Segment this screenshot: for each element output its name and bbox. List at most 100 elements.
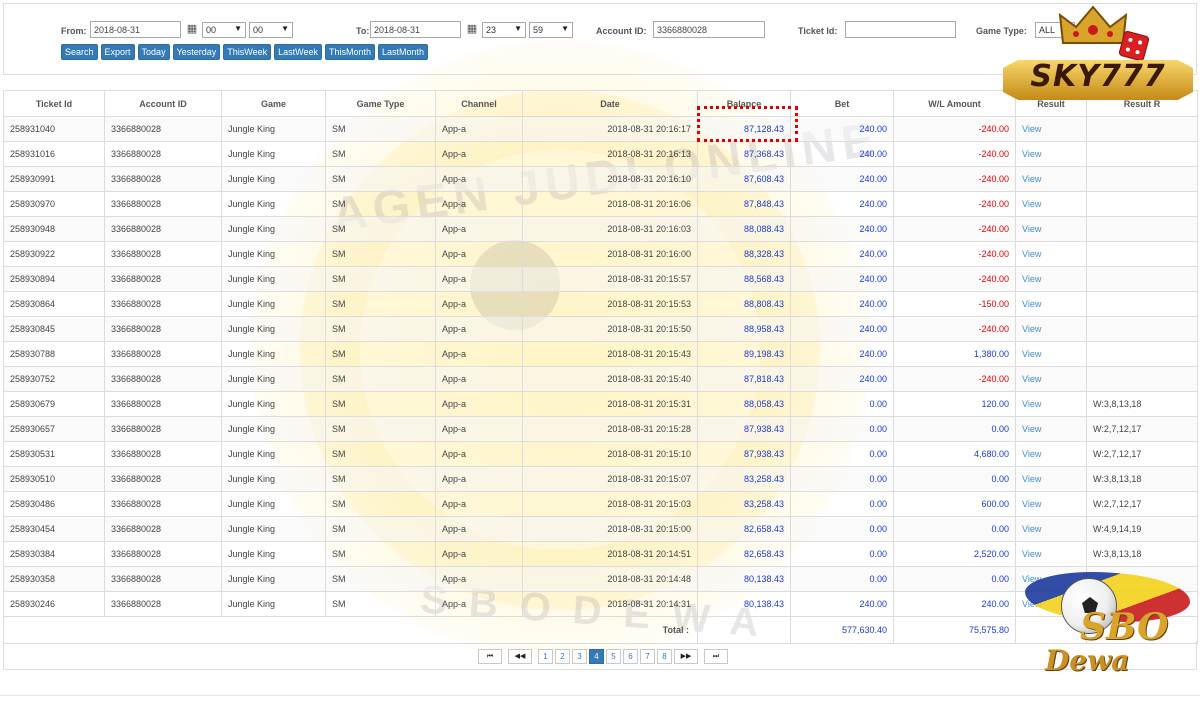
- account-id-cell: 3366880028: [104, 291, 222, 317]
- total-balance-cell: [697, 616, 791, 644]
- result-detail-cell: [1086, 191, 1198, 217]
- total-row: Total : 577,630.40 75,575.80: [3, 616, 1198, 644]
- wl-amount-cell: 0.00: [893, 466, 1016, 492]
- dice-icon: [1118, 30, 1150, 62]
- game-cell: Jungle King: [221, 316, 326, 342]
- result-view-link[interactable]: View: [1015, 116, 1087, 142]
- yesterday-button[interactable]: Yesterday: [172, 44, 221, 60]
- game-cell: Jungle King: [221, 416, 326, 442]
- to-hour-select[interactable]: 23 ▼: [482, 22, 526, 38]
- date-cell: 2018-08-31 20:15:31: [522, 391, 698, 417]
- game-cell: Jungle King: [221, 566, 326, 592]
- last-week-button[interactable]: LastWeek: [274, 44, 322, 60]
- game-type-cell: SM: [325, 191, 436, 217]
- last-page-button[interactable]: ⏭: [704, 649, 728, 664]
- channel-cell: App-a: [435, 141, 523, 167]
- search-button[interactable]: Search: [61, 44, 98, 60]
- balance-cell: 83,258.43: [697, 466, 791, 492]
- channel-cell: App-a: [435, 391, 523, 417]
- account-id-cell: 3366880028: [104, 541, 222, 567]
- result-view-link[interactable]: View: [1015, 191, 1087, 217]
- account-id-cell: 3366880028: [104, 191, 222, 217]
- result-view-link[interactable]: View: [1015, 141, 1087, 167]
- export-button[interactable]: Export: [100, 44, 135, 60]
- result-view-link[interactable]: View: [1015, 366, 1087, 392]
- result-view-link[interactable]: View: [1015, 341, 1087, 367]
- result-detail-cell: [1086, 166, 1198, 192]
- game-cell: Jungle King: [221, 191, 326, 217]
- game-type-cell: SM: [325, 541, 436, 567]
- last-month-button[interactable]: LastMonth: [378, 44, 429, 60]
- first-page-button[interactable]: ⏮: [478, 649, 502, 664]
- this-week-button[interactable]: ThisWeek: [223, 44, 272, 60]
- next-page-button[interactable]: ▶▶: [674, 649, 698, 664]
- ticket-id-cell: 258930454: [3, 516, 105, 542]
- bottom-divider: [0, 695, 1200, 696]
- page-number-button[interactable]: 8: [657, 649, 672, 664]
- column-header: Date: [522, 90, 698, 117]
- result-view-link[interactable]: View: [1015, 466, 1087, 492]
- calendar-icon[interactable]: ▦: [465, 22, 479, 36]
- page-number-button[interactable]: 7: [640, 649, 655, 664]
- this-month-button[interactable]: ThisMonth: [325, 44, 376, 60]
- page-number-button[interactable]: 2: [555, 649, 570, 664]
- page-number-button[interactable]: 5: [606, 649, 621, 664]
- pagination: ⏮ ◀◀ 1 2 3 4 5 6 7 8 ▶▶ ⏭: [478, 649, 734, 664]
- to-date-input[interactable]: [370, 21, 461, 38]
- game-cell: Jungle King: [221, 366, 326, 392]
- ticket-id-cell: 258930948: [3, 216, 105, 242]
- game-cell: Jungle King: [221, 241, 326, 267]
- ticket-id-input[interactable]: [845, 21, 956, 38]
- channel-cell: App-a: [435, 516, 523, 542]
- page-number-button[interactable]: 4: [589, 649, 604, 664]
- game-type-cell: SM: [325, 341, 436, 367]
- result-view-link[interactable]: View: [1015, 216, 1087, 242]
- calendar-icon[interactable]: ▦: [185, 22, 199, 36]
- balance-cell: 88,088.43: [697, 216, 791, 242]
- chevron-down-icon: ▼: [514, 24, 522, 33]
- result-view-link[interactable]: View: [1015, 416, 1087, 442]
- result-view-link[interactable]: View: [1015, 441, 1087, 467]
- page-number-button[interactable]: 3: [572, 649, 587, 664]
- game-type-cell: SM: [325, 291, 436, 317]
- result-view-link[interactable]: View: [1015, 541, 1087, 567]
- result-detail-cell: W:4,9,14,19: [1086, 516, 1198, 542]
- balance-cell: 82,658.43: [697, 541, 791, 567]
- result-view-link[interactable]: View: [1015, 516, 1087, 542]
- game-cell: Jungle King: [221, 141, 326, 167]
- today-button[interactable]: Today: [137, 44, 170, 60]
- balance-cell: 80,138.43: [697, 566, 791, 592]
- channel-cell: App-a: [435, 466, 523, 492]
- page-number-button[interactable]: 1: [538, 649, 553, 664]
- result-detail-cell: W:3,8,13,18: [1086, 466, 1198, 492]
- result-view-link[interactable]: View: [1015, 291, 1087, 317]
- from-hour-select[interactable]: 00 ▼: [202, 22, 246, 38]
- result-detail-cell: [1086, 141, 1198, 167]
- table-row: 258930948 3366880028 Jungle King SM App-a 201…: [3, 216, 1198, 242]
- wl-amount-cell: 240.00: [893, 591, 1016, 617]
- game-cell: Jungle King: [221, 291, 326, 317]
- result-view-link[interactable]: View: [1015, 266, 1087, 292]
- game-type-cell: SM: [325, 591, 436, 617]
- from-date-input[interactable]: [90, 21, 181, 38]
- result-view-link[interactable]: View: [1015, 166, 1087, 192]
- bet-cell: 240.00: [790, 366, 894, 392]
- bet-cell: 240.00: [790, 191, 894, 217]
- account-id-input[interactable]: [653, 21, 765, 38]
- account-id-cell: 3366880028: [104, 491, 222, 517]
- result-view-link[interactable]: View: [1015, 391, 1087, 417]
- to-minute-select[interactable]: 59 ▼: [529, 22, 573, 38]
- prev-page-button[interactable]: ◀◀: [508, 649, 532, 664]
- result-view-link[interactable]: View: [1015, 316, 1087, 342]
- bet-cell: 240.00: [790, 166, 894, 192]
- from-minute-select[interactable]: 00 ▼: [249, 22, 293, 38]
- page-number-button[interactable]: 6: [623, 649, 638, 664]
- bet-cell: 240.00: [790, 116, 894, 142]
- bet-cell: 0.00: [790, 391, 894, 417]
- table-row: 258930894 3366880028 Jungle King SM App-a 201…: [3, 266, 1198, 292]
- game-cell: Jungle King: [221, 441, 326, 467]
- result-view-link[interactable]: View: [1015, 241, 1087, 267]
- result-view-link[interactable]: View: [1015, 491, 1087, 517]
- bet-cell: 240.00: [790, 291, 894, 317]
- game-type-cell: SM: [325, 116, 436, 142]
